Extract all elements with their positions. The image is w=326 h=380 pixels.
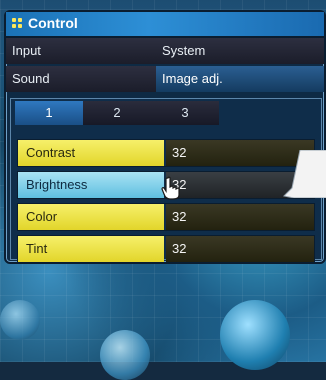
menu-row: Sound Image adj.: [6, 66, 324, 92]
decorative-orb: [220, 300, 290, 370]
grid-dots-icon: [12, 18, 24, 30]
setting-label: Tint: [18, 236, 164, 262]
title-bar: Control: [6, 12, 324, 38]
setting-value[interactable]: 32: [166, 204, 314, 230]
control-panel: Control Input System Sound Image adj. 1 …: [4, 10, 326, 264]
decorative-orb: [0, 300, 40, 340]
setting-value[interactable]: 32: [166, 236, 314, 262]
decorative-orb: [100, 330, 150, 380]
setting-label: Contrast: [18, 140, 164, 166]
callout-pointer: [282, 150, 326, 198]
hand-pointer-icon: [161, 176, 180, 200]
setting-label: Color: [18, 204, 164, 230]
menu-item-input[interactable]: Input: [6, 38, 156, 64]
setting-label: Brightness: [18, 172, 164, 198]
tab-2[interactable]: 2: [83, 101, 151, 125]
setting-row-tint[interactable]: Tint 32: [17, 235, 315, 263]
menu-item-system[interactable]: System: [156, 38, 324, 64]
menu-item-image-adj[interactable]: Image adj.: [156, 66, 324, 92]
menu-item-sound[interactable]: Sound: [6, 66, 156, 92]
window-title: Control: [28, 15, 78, 31]
menu-row: Input System: [6, 38, 324, 64]
tab-1[interactable]: 1: [15, 101, 83, 125]
tab-3[interactable]: 3: [151, 101, 219, 125]
setting-row-color[interactable]: Color 32: [17, 203, 315, 231]
